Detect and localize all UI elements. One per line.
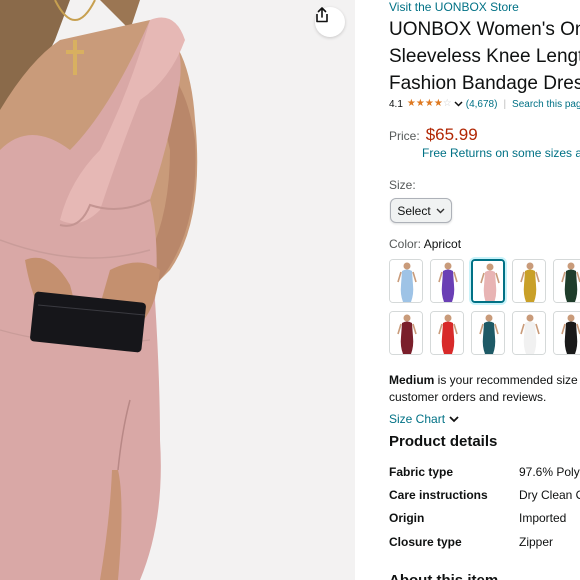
- color-swatch-teal[interactable]: [471, 311, 505, 355]
- star-rating[interactable]: ★ ★ ★ ★ ☆: [407, 99, 452, 109]
- chevron-down-icon: [449, 415, 459, 422]
- swatch-thumbnail: [513, 260, 545, 302]
- swatch-thumbnail: [390, 312, 422, 354]
- rating-row: 4.1 ★ ★ ★ ★ ☆ (4,678) | Search this page: [389, 97, 580, 111]
- spec-value: Imported: [519, 511, 567, 525]
- star-icon: ★: [424, 98, 434, 109]
- star-icon: ★: [415, 98, 425, 109]
- about-heading: About this item: [389, 572, 498, 580]
- product-title-line: Fashion Bandage Dress: [389, 73, 580, 94]
- swatch-thumbnail: [431, 260, 463, 302]
- star-icon: ★: [433, 98, 443, 109]
- share-button[interactable]: [315, 7, 345, 37]
- color-swatch-dark-green[interactable]: [553, 259, 580, 303]
- spec-value: 97.6% Poly: [519, 465, 580, 479]
- spec-key: Fabric type: [389, 465, 454, 479]
- product-details-column: Visit the UONBOX Store UONBOX Women's On…: [389, 0, 580, 580]
- spec-value: Dry Clean O: [519, 488, 580, 502]
- spec-key: Origin: [389, 511, 425, 525]
- star-half-icon: ☆: [442, 98, 452, 109]
- color-swatch-apricot[interactable]: [471, 259, 505, 303]
- color-swatch-black[interactable]: [553, 311, 580, 355]
- product-title-line: Sleeveless Knee Length: [389, 46, 580, 67]
- spec-key: Care instructions: [389, 488, 488, 502]
- size-note-text: customer orders and reviews.: [389, 390, 547, 404]
- size-chart-link[interactable]: Size Chart: [389, 412, 459, 426]
- spec-value: Zipper: [519, 535, 554, 549]
- size-note-text: is your recommended size b: [434, 373, 580, 387]
- chevron-down-icon: [436, 208, 445, 213]
- color-swatch-white[interactable]: [512, 311, 546, 355]
- product-title-line: UONBOX Women's One: [389, 19, 580, 40]
- color-swatch-red[interactable]: [430, 311, 464, 355]
- product-title: UONBOX Women's One Sleeveless Knee Lengt…: [389, 16, 580, 97]
- price-label: Price:: [389, 129, 420, 143]
- share-icon: [316, 7, 328, 23]
- recommended-size: Medium: [389, 373, 435, 387]
- price-amount: $65.99: [425, 125, 478, 144]
- product-details-heading: Product details: [389, 433, 498, 450]
- search-page-link[interactable]: Search this page: [512, 99, 580, 110]
- swatch-thumbnail: [472, 312, 504, 354]
- swatch-thumbnail: [390, 260, 422, 302]
- size-select-dropdown[interactable]: Select: [390, 198, 452, 223]
- product-image[interactable]: [0, 0, 355, 580]
- rating-value: 4.1: [389, 98, 403, 110]
- color-row: Color: Apricot: [389, 237, 461, 251]
- color-swatch-light-blue[interactable]: [389, 259, 423, 303]
- size-label: Size:: [389, 178, 416, 192]
- swatch-thumbnail: [554, 312, 580, 354]
- swatch-thumbnail: [513, 312, 545, 354]
- star-icon: ★: [406, 98, 416, 109]
- color-swatch-purple[interactable]: [430, 259, 464, 303]
- chevron-down-icon[interactable]: [454, 101, 463, 107]
- free-returns-link[interactable]: Free Returns on some sizes and colors: [422, 146, 580, 160]
- color-selected-value: Apricot: [423, 237, 462, 251]
- color-swatch-wine[interactable]: [389, 311, 423, 355]
- ratings-count-link[interactable]: (4,678): [466, 99, 498, 110]
- swatch-thumbnail: [554, 260, 580, 302]
- store-link[interactable]: Visit the UONBOX Store: [389, 0, 519, 14]
- color-swatch-mustard[interactable]: [512, 259, 546, 303]
- product-photo: [0, 0, 355, 580]
- divider: |: [503, 98, 507, 110]
- size-select-label: Select: [397, 203, 431, 218]
- swatch-thumbnail: [473, 261, 503, 301]
- price-row: Price: $65.99: [389, 125, 478, 145]
- swatch-thumbnail: [431, 312, 463, 354]
- spec-key: Closure type: [389, 535, 462, 549]
- color-label: Color:: [389, 237, 422, 251]
- size-chart-label: Size Chart: [389, 412, 446, 426]
- size-recommendation: Medium is your recommended size b custom…: [389, 372, 580, 406]
